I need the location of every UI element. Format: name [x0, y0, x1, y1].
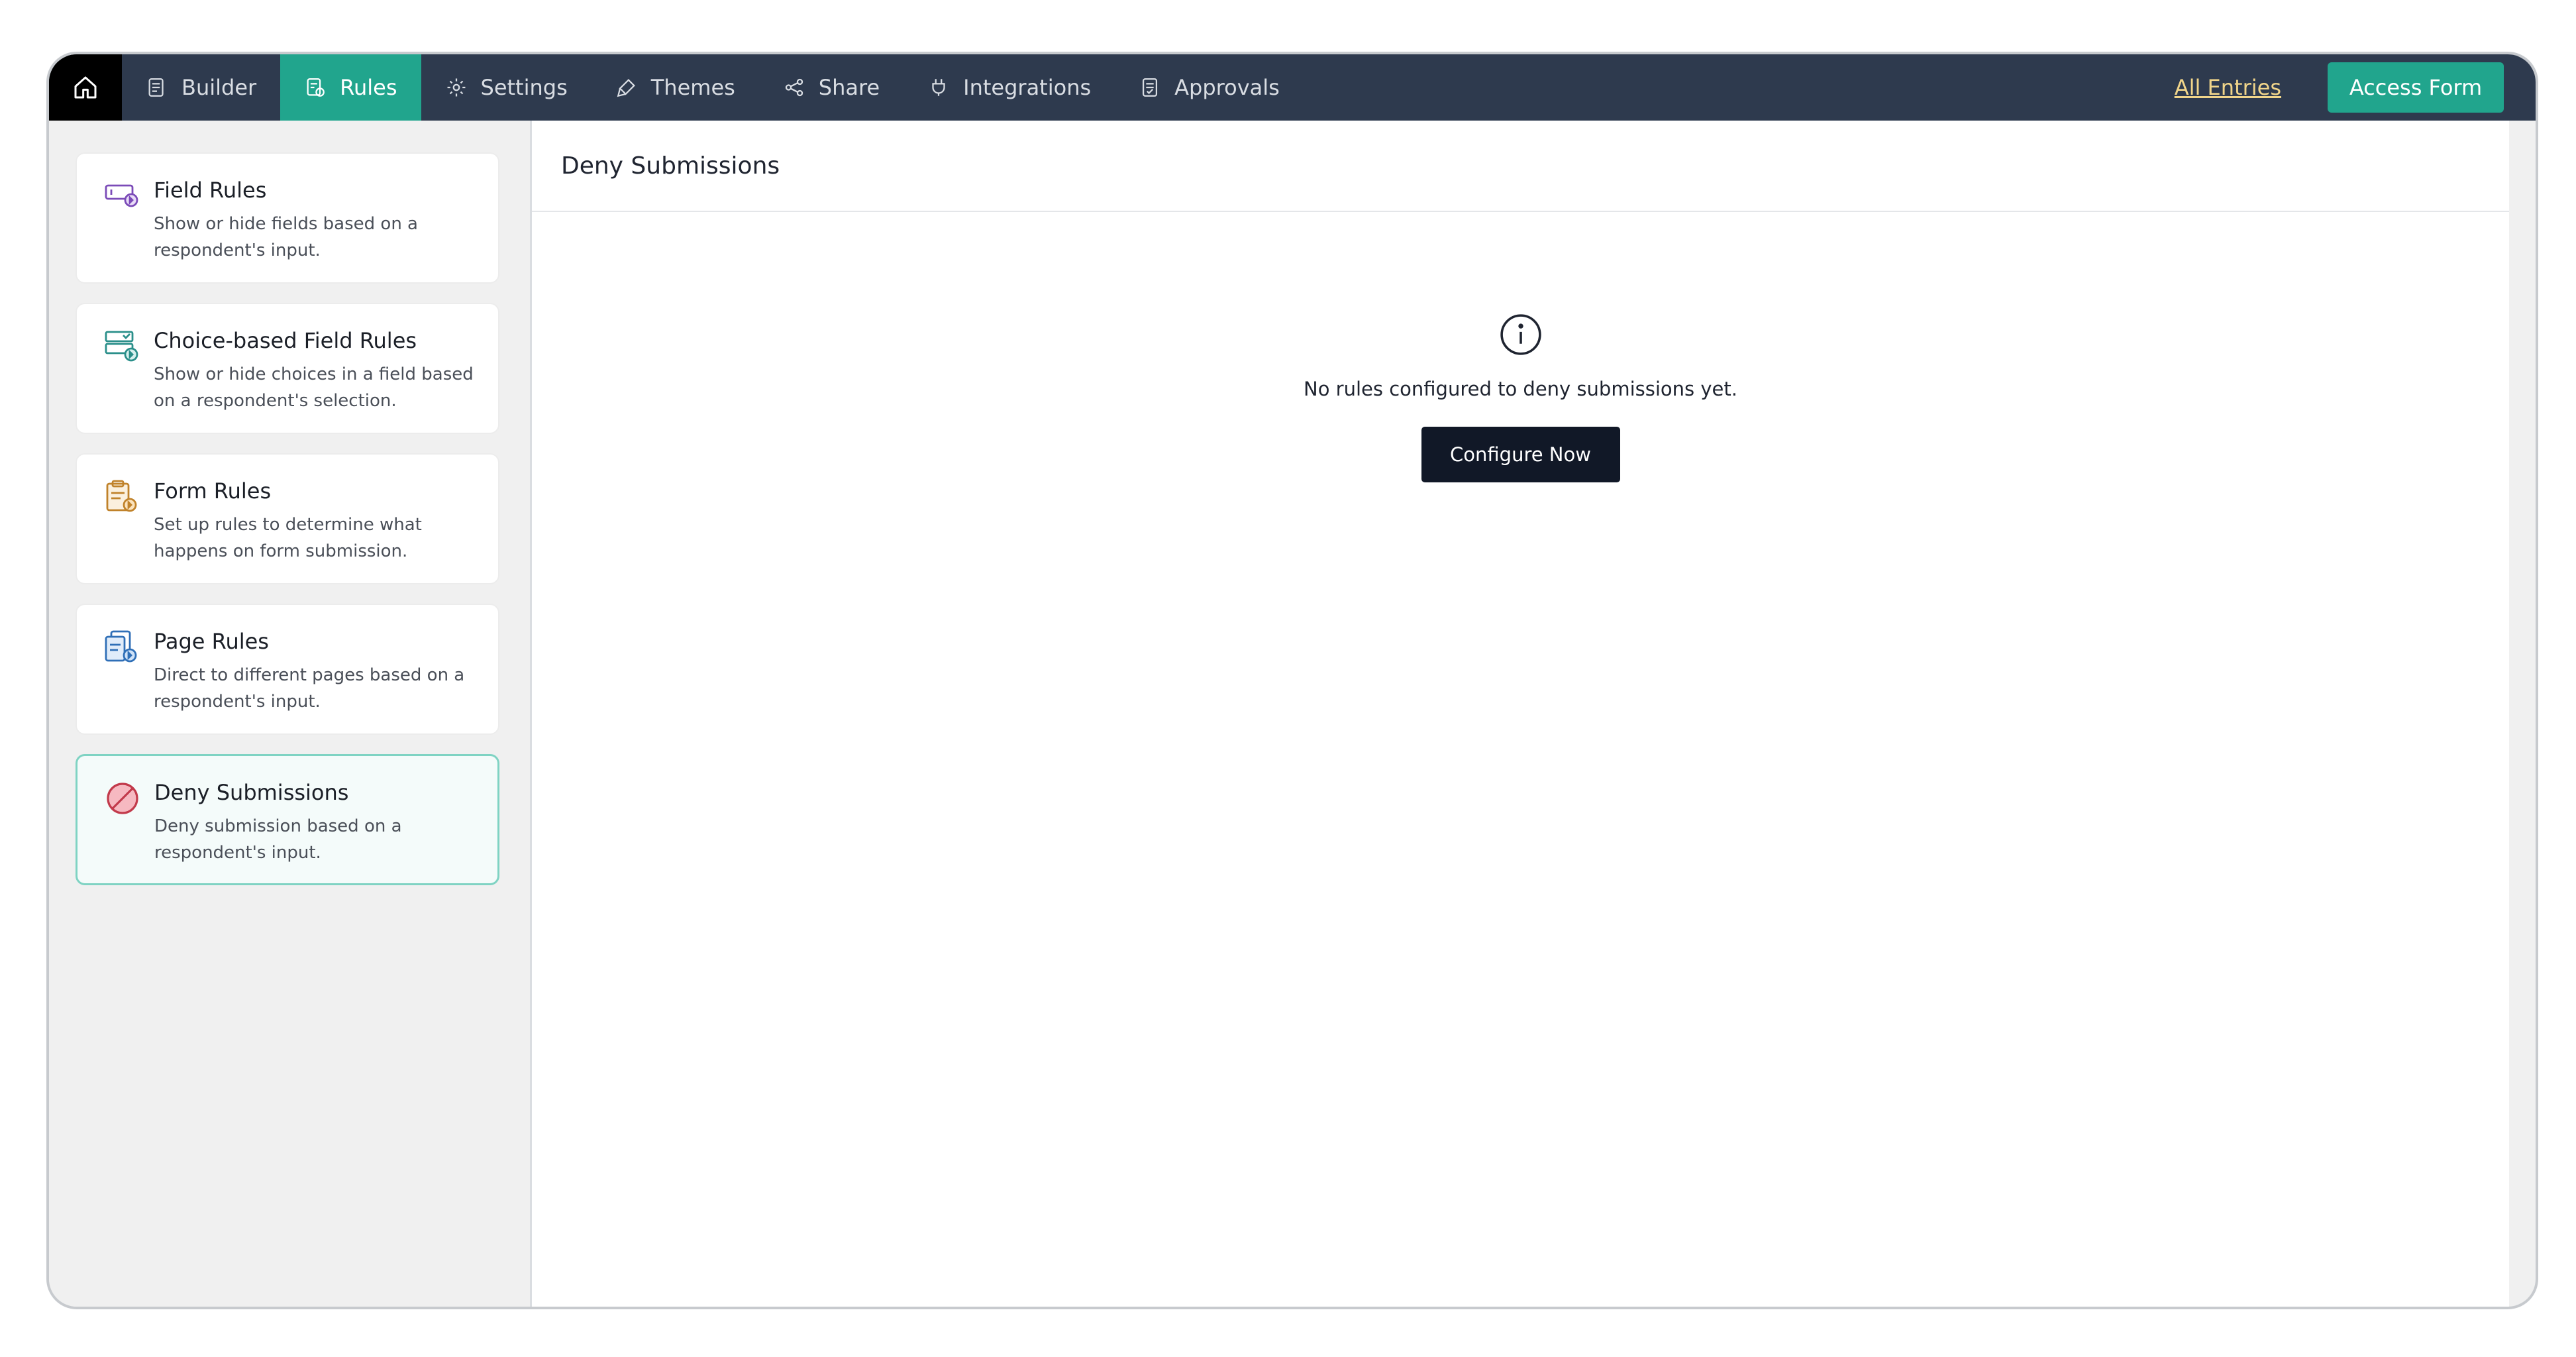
- rule-card-choice-based-field-rules[interactable]: Choice-based Field Rules Show or hide ch…: [76, 303, 499, 434]
- tab-themes-label: Themes: [650, 75, 735, 100]
- tab-settings-label: Settings: [480, 75, 568, 100]
- tab-share[interactable]: Share: [759, 54, 903, 121]
- rule-card-page-rules[interactable]: Page Rules Direct to different pages bas…: [76, 604, 499, 735]
- empty-state: No rules configured to deny submissions …: [532, 313, 2509, 482]
- tab-integrations[interactable]: Integrations: [903, 54, 1115, 121]
- rule-card-field-rules[interactable]: Field Rules Show or hide fields based on…: [76, 152, 499, 284]
- top-nav-bar: Builder Rules Settings Themes Share Inte…: [49, 54, 2536, 121]
- rule-card-title: Choice-based Field Rules: [154, 328, 417, 353]
- tab-integrations-label: Integrations: [963, 75, 1092, 100]
- rule-card-description: Direct to different pages based on a res…: [154, 665, 465, 712]
- tab-share-label: Share: [818, 75, 880, 100]
- nav-tabs: Builder Rules Settings Themes Share Inte…: [122, 54, 1304, 121]
- approvals-icon: [1143, 78, 1158, 97]
- rules-sidebar: Field Rules Show or hide fields based on…: [49, 121, 532, 1307]
- tab-approvals-label: Approvals: [1174, 75, 1280, 100]
- tab-builder[interactable]: Builder: [122, 54, 280, 121]
- rule-card-title: Page Rules: [154, 629, 269, 654]
- deny-icon: [107, 783, 138, 814]
- field-rules-icon: [105, 184, 138, 207]
- page-rules-icon: [105, 630, 137, 663]
- rules-icon: [307, 78, 325, 97]
- all-entries-link[interactable]: All Entries: [2175, 75, 2281, 100]
- rule-card-deny-submissions[interactable]: Deny Submissions Deny submission based o…: [76, 754, 499, 885]
- gear-icon: [447, 78, 465, 97]
- rule-card-title: Form Rules: [154, 478, 272, 504]
- info-icon: [1500, 314, 1541, 355]
- main-panel: Deny Submissions No rules configured to …: [532, 121, 2509, 1307]
- tab-settings[interactable]: Settings: [421, 54, 592, 121]
- tab-builder-label: Builder: [181, 75, 257, 100]
- tab-approvals[interactable]: Approvals: [1115, 54, 1304, 121]
- rule-card-description: Deny submission based on a respondent's …: [154, 816, 402, 863]
- home-button[interactable]: [49, 54, 122, 121]
- form-rules-icon: [106, 480, 137, 512]
- access-form-button[interactable]: Access Form: [2328, 62, 2504, 113]
- rule-card-title: Field Rules: [154, 178, 267, 203]
- rule-card-description: Set up rules to determine what happens o…: [154, 515, 422, 561]
- page-title: Deny Submissions: [532, 121, 2509, 212]
- choice-rules-icon: [105, 331, 138, 362]
- app-window: Builder Rules Settings Themes Share Inte…: [46, 52, 2538, 1309]
- empty-state-message: No rules configured to deny submissions …: [1304, 378, 1737, 400]
- plug-icon: [932, 79, 945, 96]
- tab-rules[interactable]: Rules: [280, 54, 421, 121]
- share-icon: [785, 78, 803, 97]
- tab-rules-label: Rules: [340, 75, 397, 100]
- tab-themes[interactable]: Themes: [592, 54, 759, 121]
- brush-icon: [617, 79, 635, 97]
- rule-card-form-rules[interactable]: Form Rules Set up rules to determine wha…: [76, 453, 499, 584]
- top-nav-actions: All Entries Access Form: [2175, 54, 2536, 121]
- rule-card-title: Deny Submissions: [154, 780, 349, 805]
- rule-card-description: Show or hide choices in a field based on…: [154, 364, 474, 411]
- builder-icon: [148, 78, 164, 97]
- rule-card-description: Show or hide fields based on a responden…: [154, 214, 418, 260]
- configure-now-button[interactable]: Configure Now: [1421, 427, 1620, 482]
- home-icon: [74, 76, 97, 99]
